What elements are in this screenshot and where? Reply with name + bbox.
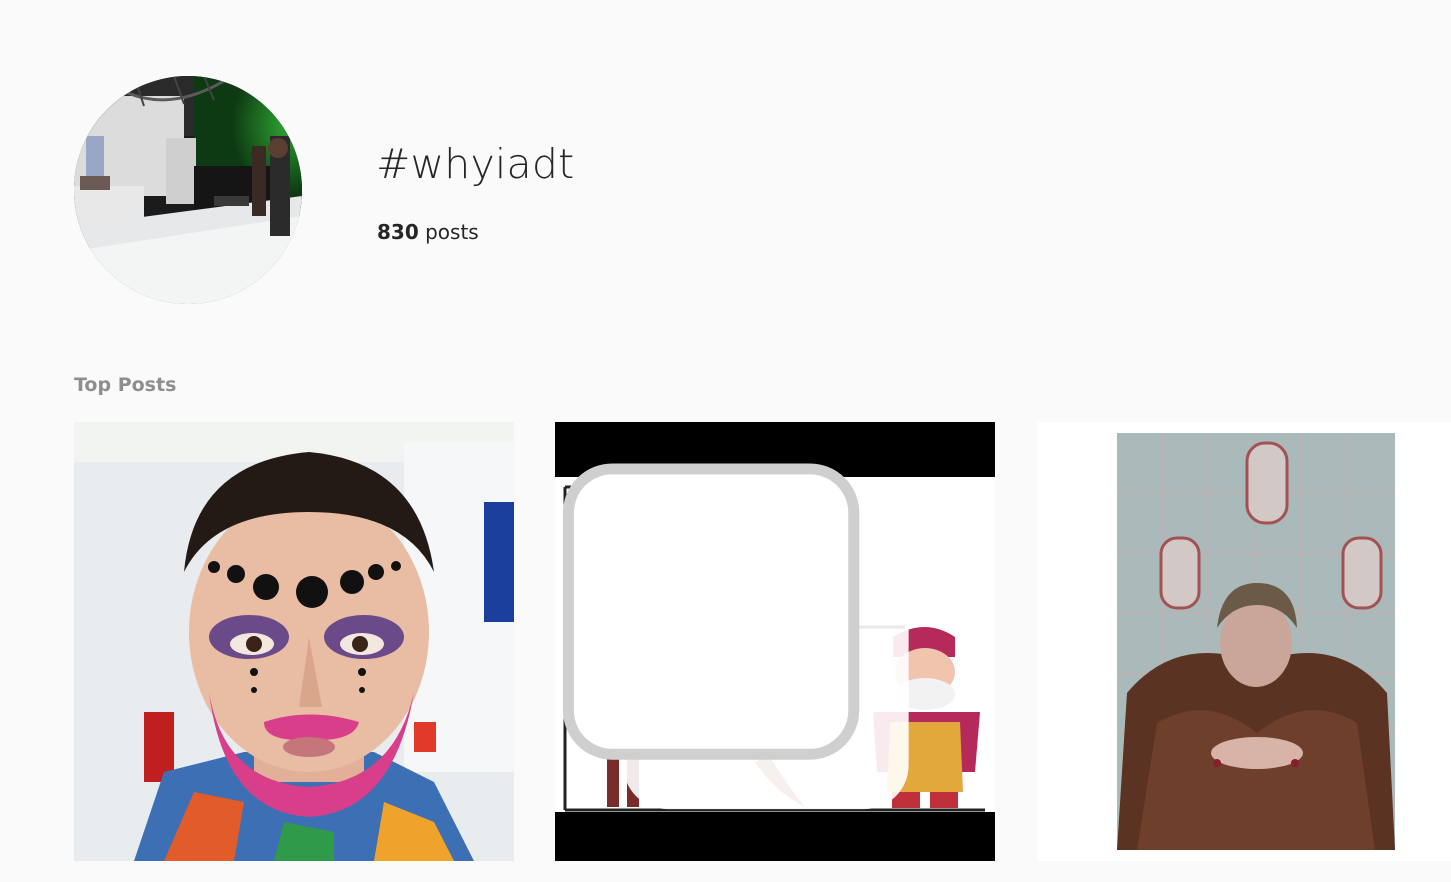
top-post-2[interactable] — [555, 422, 995, 861]
post-1-image — [74, 422, 514, 861]
post-count: 830 posts — [377, 218, 479, 246]
post-count-label: posts — [425, 220, 479, 244]
hashtag-avatar[interactable] — [74, 76, 302, 304]
top-post-3[interactable] — [1037, 422, 1451, 861]
post-count-number: 830 — [377, 220, 419, 244]
avatar-image — [74, 76, 302, 304]
hashtag-title: #whyiadt — [376, 140, 575, 188]
top-posts-heading: Top Posts — [74, 374, 177, 396]
top-post-1[interactable] — [74, 422, 514, 861]
multiple-images-icon — [562, 463, 909, 810]
hashtag-page: #whyiadt 830 posts Top Posts — [0, 0, 1451, 882]
post-3-image — [1037, 422, 1451, 861]
